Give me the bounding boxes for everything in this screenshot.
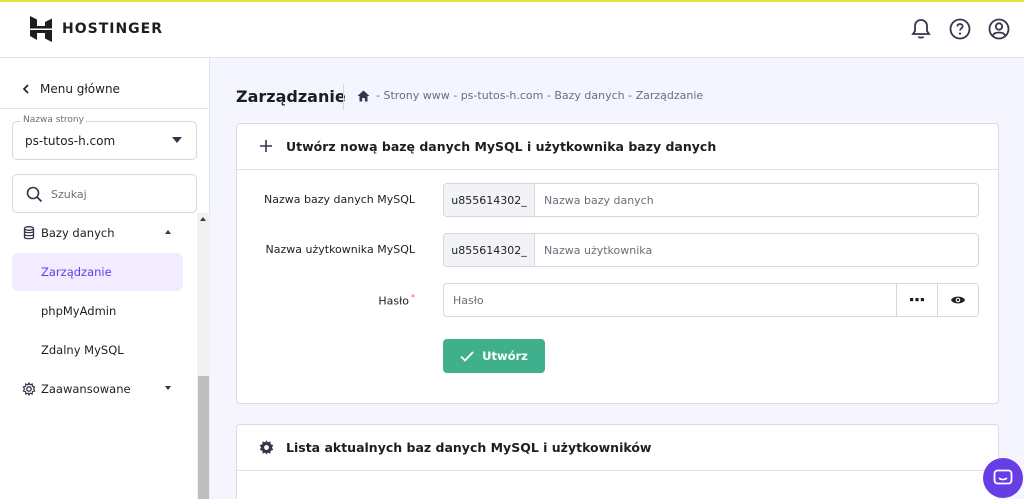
plus-icon	[260, 140, 272, 152]
sidebar-divider	[0, 108, 210, 109]
required-mark: *	[411, 293, 415, 302]
breadcrumb: - Strony www - ps-tutos-h.com - Bazy dan…	[357, 89, 703, 102]
gear-icon	[21, 382, 37, 396]
scrollbar-thumb[interactable]	[198, 376, 209, 499]
sidebar-item-remote-mysql[interactable]: Zdalny MySQL	[12, 331, 183, 369]
chat-button[interactable]	[983, 458, 1023, 498]
breadcrumb-path[interactable]: - Strony www - ps-tutos-h.com - Bazy dan…	[376, 89, 703, 102]
sidebar-item-management[interactable]: Zarządzanie	[12, 253, 183, 291]
search-icon	[26, 186, 43, 203]
db-user-field: u855614302_	[443, 233, 979, 267]
site-select[interactable]: Nazwa strony ps-tutos-h.com	[12, 115, 197, 160]
sidebar-item-label: Zdalny MySQL	[41, 343, 124, 357]
database-list-card-title: Lista aktualnych baz danych MySQL i użyt…	[286, 440, 652, 455]
db-name-prefix: u855614302_	[444, 184, 535, 216]
show-password-button[interactable]	[937, 284, 978, 316]
hostinger-logo-icon	[30, 16, 52, 42]
create-database-card-title: Utwórz nową bazę danych MySQL i użytkown…	[286, 139, 717, 154]
db-user-prefix: u855614302_	[444, 234, 535, 266]
user-icon[interactable]	[988, 18, 1010, 40]
site-select-label: Nazwa strony	[21, 115, 86, 125]
password-input[interactable]	[444, 284, 896, 316]
chevron-up-icon	[165, 230, 171, 234]
sidebar-item-advanced[interactable]: Zaawansowane	[12, 370, 183, 408]
sidebar-item-label: Bazy danych	[41, 226, 115, 240]
create-button[interactable]: Utwórz	[443, 339, 545, 373]
sidebar-item-phpmyadmin[interactable]: phpMyAdmin	[12, 292, 183, 330]
sidebar-item-label: phpMyAdmin	[41, 304, 117, 318]
db-name-label: Nazwa bazy danych MySQL	[264, 193, 415, 206]
db-name-input[interactable]	[535, 184, 978, 216]
help-icon[interactable]	[949, 18, 971, 40]
top-bar: HOSTINGER	[0, 0, 1024, 58]
password-label-text: Hasło	[378, 294, 409, 308]
page-title: Zarządzanie	[236, 87, 346, 106]
password-field	[443, 283, 979, 317]
sidebar-item-label: Zaawansowane	[41, 382, 131, 396]
search-box	[12, 174, 197, 213]
back-to-main-menu[interactable]: Menu główne	[22, 82, 120, 96]
chevron-down-icon	[165, 386, 171, 390]
sidebar-scrollbar[interactable]	[197, 213, 210, 499]
caret-down-icon	[172, 137, 182, 143]
sidebar: Menu główne Nazwa strony ps-tutos-h.com …	[0, 58, 210, 499]
brand-name: HOSTINGER	[62, 21, 164, 37]
bell-icon[interactable]	[910, 18, 932, 40]
database-icon	[21, 226, 37, 240]
generate-password-button[interactable]	[896, 284, 937, 316]
chevron-left-icon	[22, 84, 29, 94]
gear-icon	[259, 440, 274, 455]
password-label: Hasło *	[378, 293, 415, 308]
scroll-up-arrow-icon[interactable]	[200, 217, 206, 221]
check-icon	[460, 350, 474, 362]
database-list-card-header[interactable]: Lista aktualnych baz danych MySQL i użyt…	[237, 425, 998, 471]
db-name-field: u855614302_	[443, 183, 979, 217]
search-input[interactable]	[51, 184, 181, 204]
chat-icon	[993, 469, 1013, 485]
sidebar-item-label: Zarządzanie	[41, 265, 112, 279]
eye-icon	[951, 296, 965, 304]
breadcrumb-divider	[343, 84, 344, 110]
dots-icon	[910, 298, 924, 302]
brand-logo[interactable]: HOSTINGER	[30, 16, 163, 42]
create-button-label: Utwórz	[482, 349, 528, 363]
db-user-label: Nazwa użytkownika MySQL	[265, 243, 415, 256]
site-select-value: ps-tutos-h.com	[25, 134, 116, 148]
create-database-card-header[interactable]: Utwórz nową bazę danych MySQL i użytkown…	[237, 124, 998, 170]
sidebar-item-databases[interactable]: Bazy danych	[12, 214, 183, 252]
db-user-input[interactable]	[535, 234, 978, 266]
back-menu-label: Menu główne	[40, 82, 120, 96]
home-icon[interactable]	[357, 90, 370, 102]
create-database-card: Utwórz nową bazę danych MySQL i użytkown…	[236, 123, 999, 404]
database-list-card: Lista aktualnych baz danych MySQL i użyt…	[236, 424, 999, 499]
